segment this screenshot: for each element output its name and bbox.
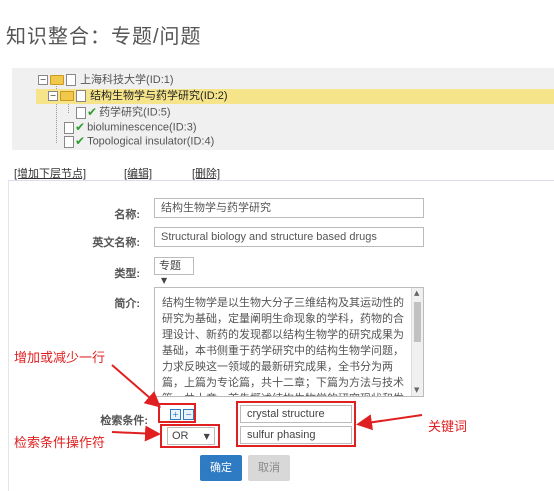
arrow-to-keyword	[356, 414, 423, 431]
annotation-keyword: 关键词	[428, 419, 468, 434]
arrow-to-operator	[111, 425, 161, 442]
annotation-arrows	[111, 364, 423, 442]
arrow-to-add-remove	[111, 364, 162, 408]
annotation-operator: 检索条件操作符	[14, 435, 106, 450]
annotation-add-remove: 增加或减少一行	[14, 350, 106, 365]
